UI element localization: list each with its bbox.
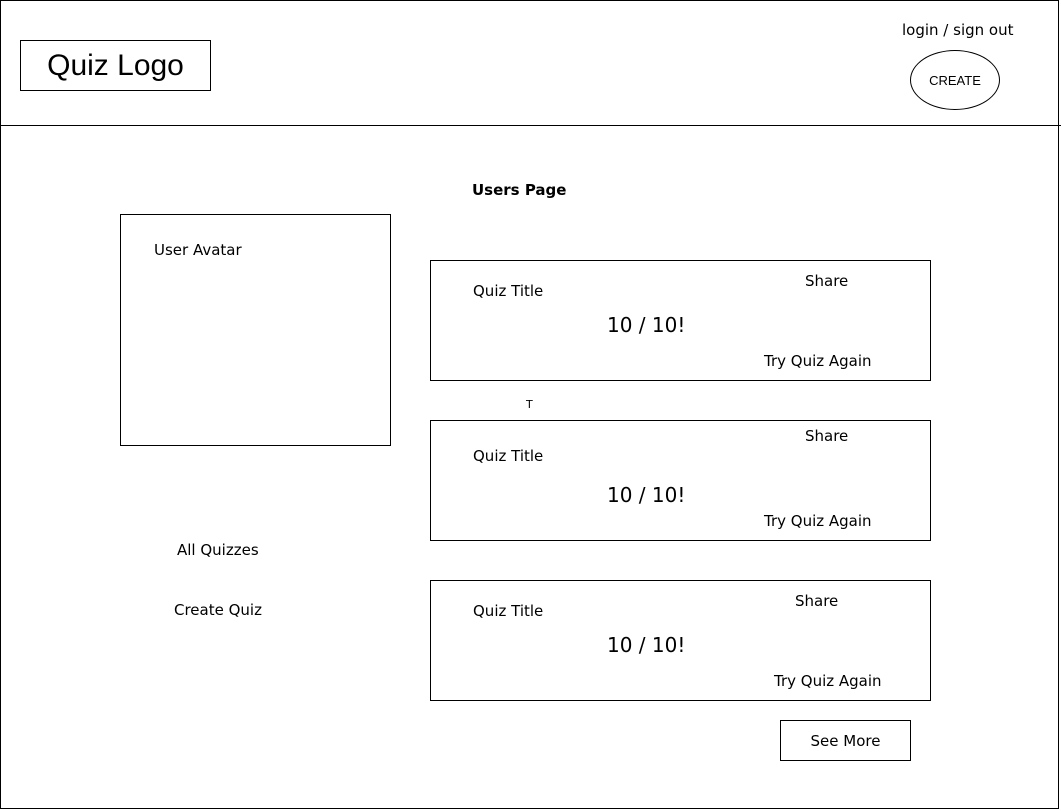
nav-create-quiz[interactable]: Create Quiz: [174, 603, 262, 618]
share-button[interactable]: Share: [805, 429, 848, 444]
try-quiz-again-button[interactable]: Try Quiz Again: [764, 514, 872, 529]
share-button[interactable]: Share: [795, 594, 838, 609]
quiz-title: Quiz Title: [473, 447, 544, 465]
header-divider: [0, 125, 1061, 126]
quiz-title: Quiz Title: [473, 282, 544, 300]
see-more-button[interactable]: See More: [780, 720, 911, 761]
user-avatar-label: User Avatar: [154, 241, 242, 259]
create-button[interactable]: CREATE: [910, 50, 1000, 110]
try-quiz-again-button[interactable]: Try Quiz Again: [764, 354, 872, 369]
login-signout-link[interactable]: login / sign out: [902, 23, 1013, 38]
nav-all-quizzes[interactable]: All Quizzes: [177, 543, 259, 558]
page-title: Users Page: [472, 181, 567, 199]
share-button[interactable]: Share: [805, 274, 848, 289]
quiz-score: 10 / 10!: [607, 313, 686, 337]
try-quiz-again-button[interactable]: Try Quiz Again: [774, 674, 882, 689]
quiz-title: Quiz Title: [473, 602, 544, 620]
quiz-score: 10 / 10!: [607, 483, 686, 507]
quiz-score: 10 / 10!: [607, 633, 686, 657]
logo-text: Quiz Logo: [47, 48, 184, 82]
stray-text: T: [526, 398, 533, 411]
